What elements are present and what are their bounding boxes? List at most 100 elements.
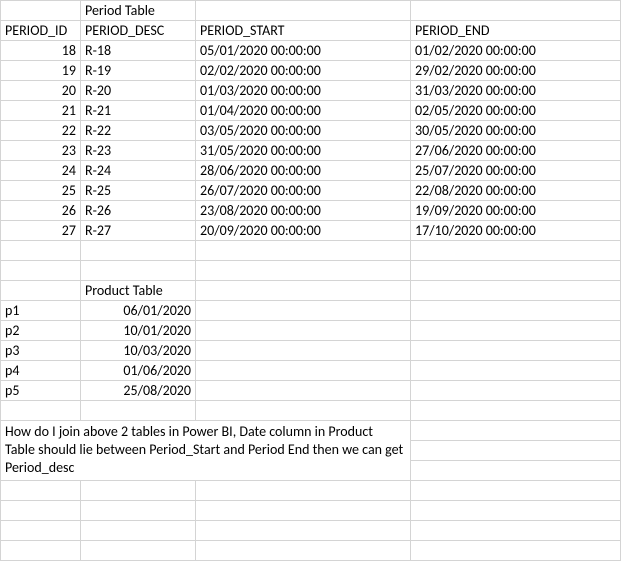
cell[interactable]: [411, 461, 621, 481]
cell[interactable]: [1, 1, 81, 21]
period-start-cell[interactable]: 03/05/2020 00:00:00: [196, 121, 411, 141]
product-id-cell[interactable]: p2: [1, 321, 81, 341]
period-id-cell[interactable]: 26: [1, 201, 81, 221]
cell[interactable]: [196, 401, 411, 421]
period-id-cell[interactable]: 22: [1, 121, 81, 141]
product-id-cell[interactable]: p1: [1, 301, 81, 321]
cell[interactable]: [1, 541, 81, 561]
period-id-cell[interactable]: 24: [1, 161, 81, 181]
product-date-cell[interactable]: 06/01/2020: [81, 301, 196, 321]
cell[interactable]: [411, 341, 621, 361]
cell[interactable]: [196, 301, 411, 321]
product-date-cell[interactable]: 10/01/2020: [81, 321, 196, 341]
cell[interactable]: [196, 361, 411, 381]
cell[interactable]: [411, 301, 621, 321]
period-desc-cell[interactable]: R-22: [81, 121, 196, 141]
cell[interactable]: [411, 261, 621, 281]
cell[interactable]: [411, 481, 621, 501]
cell[interactable]: [1, 481, 81, 501]
period-end-cell[interactable]: 25/07/2020 00:00:00: [411, 161, 621, 181]
period-end-cell[interactable]: 31/03/2020 00:00:00: [411, 81, 621, 101]
period-end-cell[interactable]: 02/05/2020 00:00:00: [411, 101, 621, 121]
period-start-cell[interactable]: 28/06/2020 00:00:00: [196, 161, 411, 181]
cell[interactable]: [411, 501, 621, 521]
period-desc-cell[interactable]: R-20: [81, 81, 196, 101]
period-start-cell[interactable]: 01/04/2020 00:00:00: [196, 101, 411, 121]
period-start-cell[interactable]: 26/07/2020 00:00:00: [196, 181, 411, 201]
period-start-cell[interactable]: 02/02/2020 00:00:00: [196, 61, 411, 81]
cell[interactable]: [1, 281, 81, 301]
period-end-cell[interactable]: 27/06/2020 00:00:00: [411, 141, 621, 161]
period-id-cell[interactable]: 19: [1, 61, 81, 81]
cell[interactable]: [196, 381, 411, 401]
cell[interactable]: [411, 321, 621, 341]
product-id-cell[interactable]: p3: [1, 341, 81, 361]
header-period-desc[interactable]: PERIOD_DESC: [81, 21, 196, 41]
cell[interactable]: [411, 401, 621, 421]
cell[interactable]: [196, 281, 411, 301]
header-period-id[interactable]: PERIOD_ID: [1, 21, 81, 41]
cell[interactable]: [81, 501, 196, 521]
period-start-cell[interactable]: 20/09/2020 00:00:00: [196, 221, 411, 241]
cell[interactable]: [196, 341, 411, 361]
cell[interactable]: [1, 261, 81, 281]
period-start-cell[interactable]: 31/05/2020 00:00:00: [196, 141, 411, 161]
cell[interactable]: [411, 361, 621, 381]
cell[interactable]: [411, 1, 621, 21]
cell[interactable]: [411, 281, 621, 301]
cell[interactable]: [196, 261, 411, 281]
period-desc-cell[interactable]: R-23: [81, 141, 196, 161]
period-table-title[interactable]: Period Table: [81, 1, 196, 21]
cell[interactable]: [81, 401, 196, 421]
period-end-cell[interactable]: 30/05/2020 00:00:00: [411, 121, 621, 141]
cell[interactable]: [196, 481, 411, 501]
product-table-title[interactable]: Product Table: [81, 281, 196, 301]
product-date-cell[interactable]: 10/03/2020: [81, 341, 196, 361]
period-end-cell[interactable]: 29/02/2020 00:00:00: [411, 61, 621, 81]
cell[interactable]: [196, 321, 411, 341]
cell[interactable]: [411, 421, 621, 441]
cell[interactable]: [411, 241, 621, 261]
cell[interactable]: [81, 541, 196, 561]
cell[interactable]: [196, 241, 411, 261]
period-id-cell[interactable]: 18: [1, 41, 81, 61]
product-id-cell[interactable]: p4: [1, 361, 81, 381]
cell[interactable]: [1, 241, 81, 261]
period-id-cell[interactable]: 21: [1, 101, 81, 121]
product-id-cell[interactable]: p5: [1, 381, 81, 401]
product-date-cell[interactable]: 25/08/2020: [81, 381, 196, 401]
product-date-cell[interactable]: 01/06/2020: [81, 361, 196, 381]
cell[interactable]: [1, 521, 81, 541]
period-id-cell[interactable]: 23: [1, 141, 81, 161]
period-desc-cell[interactable]: R-21: [81, 101, 196, 121]
period-start-cell[interactable]: 05/01/2020 00:00:00: [196, 41, 411, 61]
cell[interactable]: [196, 1, 411, 21]
cell[interactable]: [81, 241, 196, 261]
period-desc-cell[interactable]: R-24: [81, 161, 196, 181]
cell[interactable]: [411, 381, 621, 401]
cell[interactable]: [1, 401, 81, 421]
cell[interactable]: [81, 261, 196, 281]
header-period-start[interactable]: PERIOD_START: [196, 21, 411, 41]
period-desc-cell[interactable]: R-26: [81, 201, 196, 221]
cell[interactable]: [196, 521, 411, 541]
cell[interactable]: [411, 441, 621, 461]
period-end-cell[interactable]: 19/09/2020 00:00:00: [411, 201, 621, 221]
cell[interactable]: [196, 541, 411, 561]
period-id-cell[interactable]: 25: [1, 181, 81, 201]
period-start-cell[interactable]: 01/03/2020 00:00:00: [196, 81, 411, 101]
cell[interactable]: [411, 521, 621, 541]
period-end-cell[interactable]: 22/08/2020 00:00:00: [411, 181, 621, 201]
cell[interactable]: [1, 501, 81, 521]
period-id-cell[interactable]: 27: [1, 221, 81, 241]
spreadsheet-grid[interactable]: Period TablePERIOD_IDPERIOD_DESCPERIOD_S…: [0, 0, 621, 561]
period-start-cell[interactable]: 23/08/2020 00:00:00: [196, 201, 411, 221]
cell[interactable]: [196, 501, 411, 521]
period-desc-cell[interactable]: R-25: [81, 181, 196, 201]
cell[interactable]: [81, 521, 196, 541]
header-period-end[interactable]: PERIOD_END: [411, 21, 621, 41]
period-desc-cell[interactable]: R-18: [81, 41, 196, 61]
period-desc-cell[interactable]: R-27: [81, 221, 196, 241]
cell[interactable]: [81, 481, 196, 501]
period-end-cell[interactable]: 17/10/2020 00:00:00: [411, 221, 621, 241]
